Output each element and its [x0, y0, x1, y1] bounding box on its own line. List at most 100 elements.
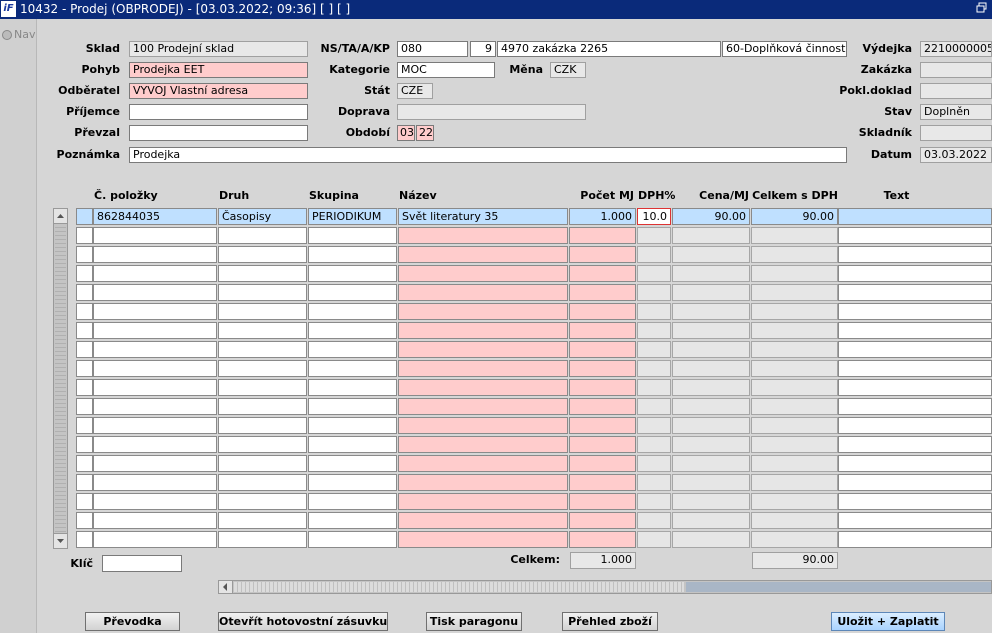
vydejka-field[interactable]: 2210000005 [920, 41, 992, 57]
cell-celkem[interactable] [751, 265, 838, 282]
prijemce-field[interactable] [129, 104, 308, 120]
ulozit-zaplatit-button[interactable]: Uložit + Zaplatit [831, 612, 945, 631]
cell-druh[interactable] [218, 512, 307, 529]
cell-skupina[interactable] [308, 360, 397, 377]
a-field[interactable]: 4970 zakázka 2265 [497, 41, 721, 57]
cell-pocet[interactable] [569, 284, 636, 301]
tisk-paragonu-button[interactable]: Tisk paragonu [426, 612, 522, 631]
cell-nazev[interactable]: Svět literatury 35 [398, 208, 568, 225]
cell-skupina[interactable] [308, 398, 397, 415]
cell-celkem[interactable] [751, 227, 838, 244]
cell-pocet[interactable] [569, 398, 636, 415]
cell-druh[interactable] [218, 398, 307, 415]
cell-text[interactable] [838, 208, 992, 225]
cell-cislo[interactable] [93, 265, 217, 282]
cell-cena[interactable] [672, 246, 750, 263]
cell-text[interactable] [838, 322, 992, 339]
cell-nazev[interactable] [398, 474, 568, 491]
cell-pocet[interactable] [569, 436, 636, 453]
grid-hscrollbar[interactable] [218, 580, 992, 594]
cell-dph[interactable] [637, 512, 671, 529]
cell-pocet[interactable] [569, 493, 636, 510]
row-marker[interactable] [76, 265, 93, 282]
cell-celkem[interactable] [751, 417, 838, 434]
cell-druh[interactable] [218, 474, 307, 491]
cell-pocet[interactable] [569, 341, 636, 358]
row-marker[interactable] [76, 493, 93, 510]
cell-dph[interactable] [637, 379, 671, 396]
cell-druh[interactable] [218, 379, 307, 396]
cell-celkem[interactable] [751, 398, 838, 415]
cell-skupina[interactable] [308, 322, 397, 339]
cell-cena[interactable] [672, 531, 750, 548]
cell-cena[interactable] [672, 417, 750, 434]
cell-dph[interactable] [637, 246, 671, 263]
cell-cislo[interactable] [93, 493, 217, 510]
cell-druh[interactable] [218, 417, 307, 434]
cell-celkem[interactable] [751, 436, 838, 453]
cell-druh[interactable] [218, 246, 307, 263]
cell-cena[interactable] [672, 436, 750, 453]
cell-cislo[interactable] [93, 417, 217, 434]
cell-celkem[interactable] [751, 379, 838, 396]
cell-cena[interactable] [672, 284, 750, 301]
cell-skupina[interactable] [308, 227, 397, 244]
row-marker[interactable] [76, 417, 93, 434]
cell-celkem[interactable] [751, 322, 838, 339]
cell-druh[interactable] [218, 303, 307, 320]
cell-druh[interactable] [218, 360, 307, 377]
cell-nazev[interactable] [398, 436, 568, 453]
cell-pocet[interactable] [569, 322, 636, 339]
hscroll-thumb[interactable] [234, 582, 684, 592]
odberatel-field[interactable]: VYVOJ Vlastní adresa [129, 83, 308, 99]
cell-nazev[interactable] [398, 303, 568, 320]
cell-nazev[interactable] [398, 455, 568, 472]
cell-nazev[interactable] [398, 360, 568, 377]
cell-cislo[interactable] [93, 379, 217, 396]
window-restore-icon[interactable] [976, 2, 988, 14]
otevrit-zasuvku-button[interactable]: Otevřít hotovostní zásuvku [218, 612, 388, 631]
row-marker[interactable] [76, 436, 93, 453]
klic-field[interactable] [102, 555, 182, 572]
cell-text[interactable] [838, 531, 992, 548]
cell-nazev[interactable] [398, 379, 568, 396]
cell-pocet[interactable] [569, 417, 636, 434]
prehled-zbozi-button[interactable]: Přehled zboží [562, 612, 658, 631]
cell-nazev[interactable] [398, 417, 568, 434]
ta-field[interactable]: 9 [470, 41, 496, 57]
cell-celkem[interactable] [751, 512, 838, 529]
cell-nazev[interactable] [398, 265, 568, 282]
obdobi-year-field[interactable]: 22 [416, 125, 434, 141]
cell-dph[interactable] [637, 436, 671, 453]
row-marker[interactable] [76, 208, 93, 225]
cell-text[interactable] [838, 360, 992, 377]
cell-cislo[interactable] [93, 531, 217, 548]
cell-text[interactable] [838, 341, 992, 358]
cell-druh[interactable] [218, 227, 307, 244]
cell-druh[interactable] [218, 265, 307, 282]
cell-cena[interactable] [672, 455, 750, 472]
cell-dph[interactable] [637, 341, 671, 358]
cell-dph[interactable] [637, 322, 671, 339]
row-marker[interactable] [76, 227, 93, 244]
cell-cislo[interactable] [93, 398, 217, 415]
row-marker[interactable] [76, 455, 93, 472]
cell-dph[interactable] [637, 531, 671, 548]
scroll-thumb[interactable] [55, 224, 66, 534]
row-marker[interactable] [76, 531, 93, 548]
cell-skupina[interactable] [308, 455, 397, 472]
cell-cena[interactable] [672, 322, 750, 339]
grid-vscrollbar[interactable] [53, 208, 68, 549]
cell-cislo[interactable] [93, 512, 217, 529]
cell-text[interactable] [838, 417, 992, 434]
datum-field[interactable]: 03.03.2022 [920, 147, 992, 163]
cell-skupina[interactable]: PERIODIKUM [308, 208, 397, 225]
cell-nazev[interactable] [398, 398, 568, 415]
cell-dph[interactable] [637, 303, 671, 320]
cell-cena[interactable] [672, 512, 750, 529]
cell-pocet[interactable] [569, 512, 636, 529]
row-marker[interactable] [76, 303, 93, 320]
cell-pocet[interactable] [569, 455, 636, 472]
cell-dph[interactable] [637, 493, 671, 510]
cell-skupina[interactable] [308, 512, 397, 529]
